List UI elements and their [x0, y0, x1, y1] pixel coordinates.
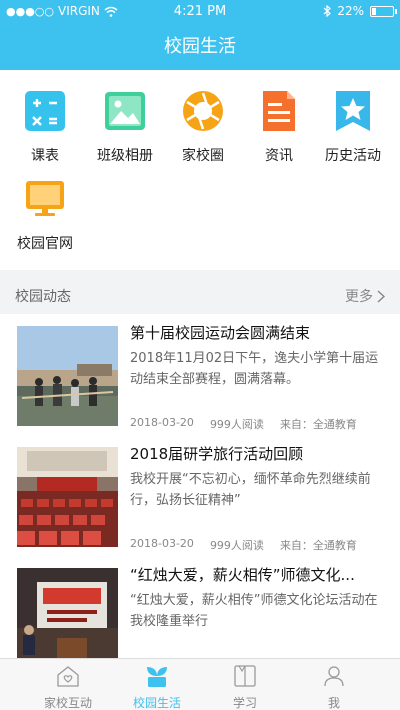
- news-date: 2018-03-20: [130, 416, 194, 429]
- news-item[interactable]: 2018届研学旅行活动回顾 我校开展“不忘初心，缅怀革命先烈继续前行，弘扬长征精…: [0, 435, 400, 555]
- status-bar: ●●●○○ VIRGIN 4:21 PM 22%: [0, 0, 400, 22]
- news-title: “红烛大爱，薪火相传”师德文化...: [130, 566, 355, 584]
- news-date: 2018-03-20: [130, 537, 194, 550]
- news-summary: 2018年11月02日下午，逸夫小学第十届运动结束全部赛程，圆满落幕。: [130, 351, 379, 387]
- news-item[interactable]: “红烛大爱，薪火相传”师德文化... “红烛大爱，薪火相传”师德文化论坛活动在我…: [0, 556, 400, 658]
- more-label: 更多: [345, 289, 373, 305]
- section-title: 校园动态: [15, 289, 71, 305]
- app-history-activities[interactable]: 历史活动: [313, 91, 393, 165]
- battery-percent: 22%: [337, 4, 364, 18]
- book-icon: [234, 665, 256, 687]
- news-item[interactable]: 第十届校园运动会圆满结束 2018年11月02日下午，逸夫小学第十届运动结束全部…: [0, 314, 400, 434]
- news-summary: “红烛大爱，薪火相传”师德文化论坛活动在我校隆重举行: [130, 593, 378, 629]
- news-thumbnail: [17, 326, 118, 426]
- person-icon: [324, 666, 344, 687]
- news-thumbnail: [17, 568, 118, 658]
- news-reads: 999人阅读: [209, 539, 264, 552]
- sprout-icon: [147, 667, 167, 687]
- bottom-tab-bar: 家校互动 校园生活 学习 我: [0, 658, 400, 710]
- battery-icon: [370, 5, 397, 17]
- calculator-icon: [25, 91, 65, 131]
- app-label: 资讯: [265, 148, 293, 164]
- news-document-icon: [263, 91, 295, 131]
- app-label: 校园官网: [17, 236, 73, 252]
- chevron-right-icon: [377, 289, 385, 303]
- app-class-album[interactable]: 班级相册: [85, 91, 165, 165]
- news-list: 第十届校园运动会圆满结束 2018年11月02日下午，逸夫小学第十届运动结束全部…: [0, 314, 400, 658]
- monitor-icon: [26, 181, 64, 216]
- app-home-school-circle[interactable]: 家校圈: [163, 91, 243, 165]
- tab-label: 校园生活: [132, 696, 181, 710]
- app-label: 家校圈: [182, 148, 224, 164]
- app-label: 班级相册: [97, 148, 153, 164]
- news-reads: 999人阅读: [209, 418, 264, 431]
- tab-label: 家校互动: [43, 696, 92, 710]
- star-bookmark-icon: [336, 91, 370, 131]
- tab-me[interactable]: 我: [284, 659, 384, 710]
- news-source: 来自：全通教育: [279, 539, 357, 552]
- news-meta: 2018-03-20 999人阅读 来自：全通教育: [130, 537, 357, 553]
- campus-news-header: 校园动态 更多: [0, 274, 400, 314]
- tab-study[interactable]: 学习: [195, 659, 295, 710]
- app-label: 历史活动: [325, 148, 381, 164]
- news-title: 2018届研学旅行活动回顾: [130, 445, 304, 463]
- page-title: 校园生活: [164, 36, 236, 57]
- news-summary: 我校开展“不忘初心，缅怀革命先烈继续前行，弘扬长征精神”: [130, 472, 371, 508]
- app-header: ●●●○○ VIRGIN 4:21 PM 22% 校园生活: [0, 0, 400, 70]
- aperture-icon: [183, 91, 223, 131]
- bluetooth-icon: [323, 5, 332, 17]
- news-source: 来自：全通教育: [279, 418, 357, 431]
- tab-label: 我: [327, 696, 340, 710]
- news-title: 第十届校园运动会圆满结束: [130, 324, 311, 342]
- tab-label: 学习: [232, 696, 257, 710]
- app-school-website[interactable]: 校园官网: [5, 179, 85, 253]
- tab-home-school[interactable]: 家校互动: [18, 659, 118, 710]
- more-link[interactable]: 更多: [345, 286, 385, 306]
- news-meta: 2018-03-20 999人阅读 来自：全通教育: [130, 416, 357, 432]
- app-news[interactable]: 资讯: [239, 91, 319, 165]
- photo-album-icon: [105, 92, 145, 130]
- tab-campus-life[interactable]: 校园生活: [107, 659, 207, 710]
- app-label: 课表: [31, 148, 59, 164]
- app-schedule[interactable]: 课表: [5, 91, 85, 165]
- home-heart-icon: [57, 666, 79, 687]
- news-thumbnail: [17, 447, 118, 547]
- app-grid: 课表 班级相册 家校圈 资讯 历史活动 校园官网: [0, 70, 400, 270]
